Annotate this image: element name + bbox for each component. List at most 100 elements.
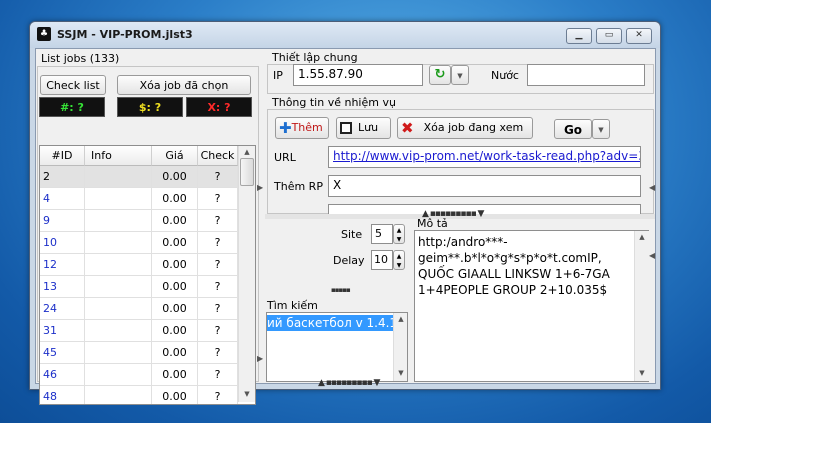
table-row[interactable]: 10 0.00? (40, 232, 238, 254)
table-cell-check: ? (198, 276, 238, 298)
go-dropdown-button[interactable]: ▼ (592, 119, 610, 139)
minimize-button[interactable]: ▁ (566, 28, 592, 44)
table-cell-price: 0.00 (152, 210, 198, 232)
table-cell-info (85, 320, 152, 342)
scroll-up-arrow[interactable]: ▲ (239, 148, 255, 156)
table-cell-id: 10 (40, 232, 85, 254)
search-label: Tìm kiếm (267, 299, 318, 312)
table-row[interactable]: 12 0.00? (40, 254, 238, 276)
ip-dropdown-button[interactable]: ▼ (451, 65, 469, 85)
save-job-button[interactable]: Lưu (336, 117, 391, 139)
url-label: URL (274, 151, 296, 164)
column-header-id[interactable]: #ID (40, 146, 85, 166)
table-cell-id: 24 (40, 298, 85, 320)
table-cell-info (85, 298, 152, 320)
scroll-thumb[interactable] (240, 158, 254, 186)
jobs-table[interactable]: #ID Info Giá Check 2 0.00? 4 0.00? 9 0.00? 10 0… (39, 145, 256, 405)
task-info-label: Thông tin về nhiệm vụ (272, 96, 396, 109)
status-count-failed: X: ? (186, 97, 252, 117)
table-cell-price: 0.00 (152, 298, 198, 320)
refresh-ip-button[interactable]: ↻ (429, 65, 451, 85)
maximize-button[interactable]: ▭ (596, 28, 622, 44)
app-window: ♣ SSJM - VIP-PROM.jlst3 ▁ ▭ ✕ List jobs … (29, 21, 661, 405)
rp-label: Thêm RP (274, 180, 323, 193)
table-cell-price: 0.00 (152, 166, 198, 188)
url-field[interactable]: http://www.vip-prom.net/work-task-read.p… (328, 146, 641, 168)
list-jobs-label: List jobs (133) (41, 52, 120, 65)
table-row[interactable]: 46 0.00? (40, 364, 238, 386)
status-count-ok: #: ? (39, 97, 105, 117)
right-collapse-arrow[interactable]: ◀ (649, 183, 655, 192)
chevron-down-icon: ▼ (457, 72, 463, 80)
go-button[interactable]: Go (554, 119, 592, 139)
scroll-down-arrow[interactable]: ▼ (394, 369, 407, 377)
column-header-price[interactable]: Giá (152, 146, 198, 166)
description-text: http:/andro***- geim**.b*l*o*g*s*p*o*t.c… (418, 235, 610, 297)
table-cell-id: 13 (40, 276, 85, 298)
settings-grip[interactable]: ▪▪▪▪▪ (331, 286, 351, 294)
table-cell-info (85, 364, 152, 386)
extra-field[interactable] (328, 204, 641, 214)
table-row[interactable]: 4 0.00? (40, 188, 238, 210)
client-area: List jobs (133) Check list Xóa job đã ch… (35, 48, 656, 405)
ip-label: IP (273, 69, 283, 82)
table-row[interactable]: 13 0.00? (40, 276, 238, 298)
status-count-money: $: ? (117, 97, 183, 117)
table-cell-info (85, 210, 152, 232)
table-cell-info (85, 232, 152, 254)
delete-current-job-button[interactable]: ✖ Xóa job đang xem (397, 117, 533, 139)
refresh-icon: ↻ (434, 67, 446, 82)
table-row[interactable]: 24 0.00? (40, 298, 238, 320)
column-header-check[interactable]: Check (198, 146, 238, 166)
rp-field[interactable]: X (328, 175, 641, 197)
general-settings-label: Thiết lập chung (272, 51, 358, 64)
table-cell-id: 4 (40, 188, 85, 210)
country-label: Nước (491, 69, 519, 82)
delay-label: Delay (333, 254, 365, 267)
table-cell-id: 48 (40, 386, 85, 404)
table-row[interactable]: 2 0.00? (40, 166, 238, 188)
close-button[interactable]: ✕ (626, 28, 652, 44)
table-row[interactable]: 45 0.00? (40, 342, 238, 364)
ip-field[interactable]: 1.55.87.90 (293, 64, 423, 86)
bottom-splitter-grip[interactable]: ▲ ▪▪▪▪▪▪▪▪▪ ▼ (318, 378, 380, 388)
search-results-list[interactable]: ий баскетбол v 1.4.1 ▲ ▼ (266, 312, 408, 382)
right-collapse-arrow-2[interactable]: ◀ (649, 251, 655, 260)
table-row[interactable]: 9 0.00? (40, 210, 238, 232)
column-header-info[interactable]: Info (85, 146, 152, 166)
check-list-button[interactable]: Check list (40, 75, 106, 95)
title-bar[interactable]: ♣ SSJM - VIP-PROM.jlst3 ▁ ▭ ✕ (30, 22, 660, 48)
table-cell-price: 0.00 (152, 232, 198, 254)
scroll-up-arrow[interactable]: ▲ (394, 315, 407, 323)
jobs-table-scrollbar[interactable]: ▲ ▼ (238, 146, 255, 402)
delete-selected-jobs-button[interactable]: Xóa job đã chọn (117, 75, 251, 95)
plus-icon: ✚ (279, 119, 292, 137)
description-scrollbar[interactable]: ▲ ▼ (634, 231, 649, 381)
table-cell-check: ? (198, 188, 238, 210)
search-scrollbar[interactable]: ▲ ▼ (393, 313, 407, 381)
add-job-button[interactable]: ✚Thêm (275, 117, 329, 139)
delay-spinner[interactable]: 10 (371, 250, 393, 270)
scroll-up-arrow[interactable]: ▲ (635, 233, 649, 241)
table-row[interactable]: 31 0.00? (40, 320, 238, 342)
table-row[interactable]: 48 0.00? (40, 386, 238, 404)
table-cell-info (85, 386, 152, 404)
site-label: Site (341, 228, 363, 241)
table-cell-price: 0.00 (152, 254, 198, 276)
country-field[interactable] (527, 64, 645, 86)
description-box[interactable]: http:/andro***- geim**.b*l*o*g*s*p*o*t.c… (414, 230, 649, 382)
chevron-down-icon: ▼ (598, 126, 604, 134)
site-spinner-buttons[interactable]: ▲ ▼ (393, 224, 405, 244)
table-cell-check: ? (198, 254, 238, 276)
left-collapse-arrow-2[interactable]: ▶ (257, 354, 263, 363)
left-collapse-arrow[interactable]: ▶ (257, 183, 263, 192)
scroll-down-arrow[interactable]: ▼ (239, 390, 255, 398)
table-cell-info (85, 342, 152, 364)
table-cell-price: 0.00 (152, 320, 198, 342)
table-cell-info (85, 254, 152, 276)
scroll-down-arrow[interactable]: ▼ (635, 369, 649, 377)
floppy-disk-icon (340, 122, 352, 134)
site-spinner[interactable]: 5 (371, 224, 393, 244)
search-result-item[interactable]: ий баскетбол v 1.4.1 (267, 315, 394, 331)
delay-spinner-buttons[interactable]: ▲ ▼ (393, 250, 405, 270)
